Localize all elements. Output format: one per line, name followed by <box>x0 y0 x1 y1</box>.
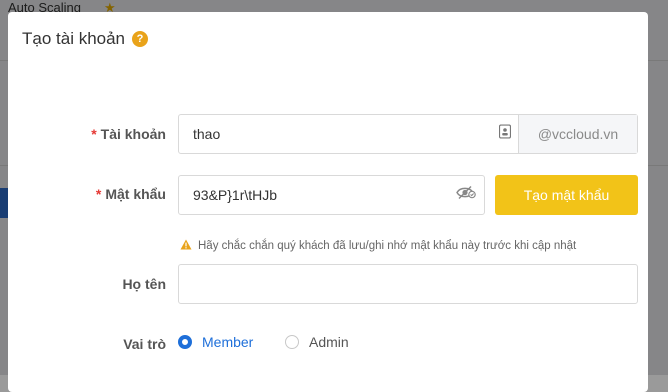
password-input[interactable]: 93&P}1r\tHJb <box>178 175 485 215</box>
password-label-text: Mật khẩu <box>105 186 166 202</box>
required-mark: * <box>95 186 102 202</box>
create-account-modal: Tạo tài khoản ? * Tài khoản thao @vccloud… <box>8 12 648 392</box>
domain-suffix: @vccloud.vn <box>518 115 637 153</box>
help-icon[interactable]: ? <box>132 31 149 47</box>
account-label-text: Tài khoản <box>100 126 166 142</box>
modal-title: Tạo tài khoản <box>22 29 126 48</box>
generate-password-button[interactable]: Tạo mật khẩu <box>495 175 638 215</box>
modal-header: Tạo tài khoản ? <box>22 29 149 49</box>
warning-text: Hãy chắc chắn quý khách đã lưu/ghi nhớ m… <box>198 240 577 252</box>
radio-checked-icon[interactable] <box>178 335 192 349</box>
account-input[interactable]: thao @vccloud.vn <box>178 114 638 154</box>
role-label: Vai trò <box>123 336 166 352</box>
account-label: * Tài khoản <box>8 126 166 142</box>
role-option-member[interactable]: Member <box>178 334 253 350</box>
required-mark: * <box>91 126 97 142</box>
contact-card-icon <box>498 124 512 144</box>
fullname-label: Họ tên <box>122 276 166 292</box>
fullname-input[interactable] <box>178 264 638 304</box>
radio-unchecked-icon[interactable] <box>285 335 299 349</box>
password-label: * Mật khẩu <box>8 186 166 202</box>
role-option-admin[interactable]: Admin <box>285 334 349 350</box>
role-option-label: Admin <box>309 334 349 350</box>
password-input-value: 93&P}1r\tHJb <box>193 187 278 203</box>
role-option-label: Member <box>202 334 254 350</box>
warning-icon <box>180 237 192 255</box>
password-warning: Hãy chắc chắn quý khách đã lưu/ghi nhớ m… <box>180 237 576 255</box>
account-input-value: thao <box>193 126 221 142</box>
eye-hidden-icon[interactable] <box>456 186 476 205</box>
